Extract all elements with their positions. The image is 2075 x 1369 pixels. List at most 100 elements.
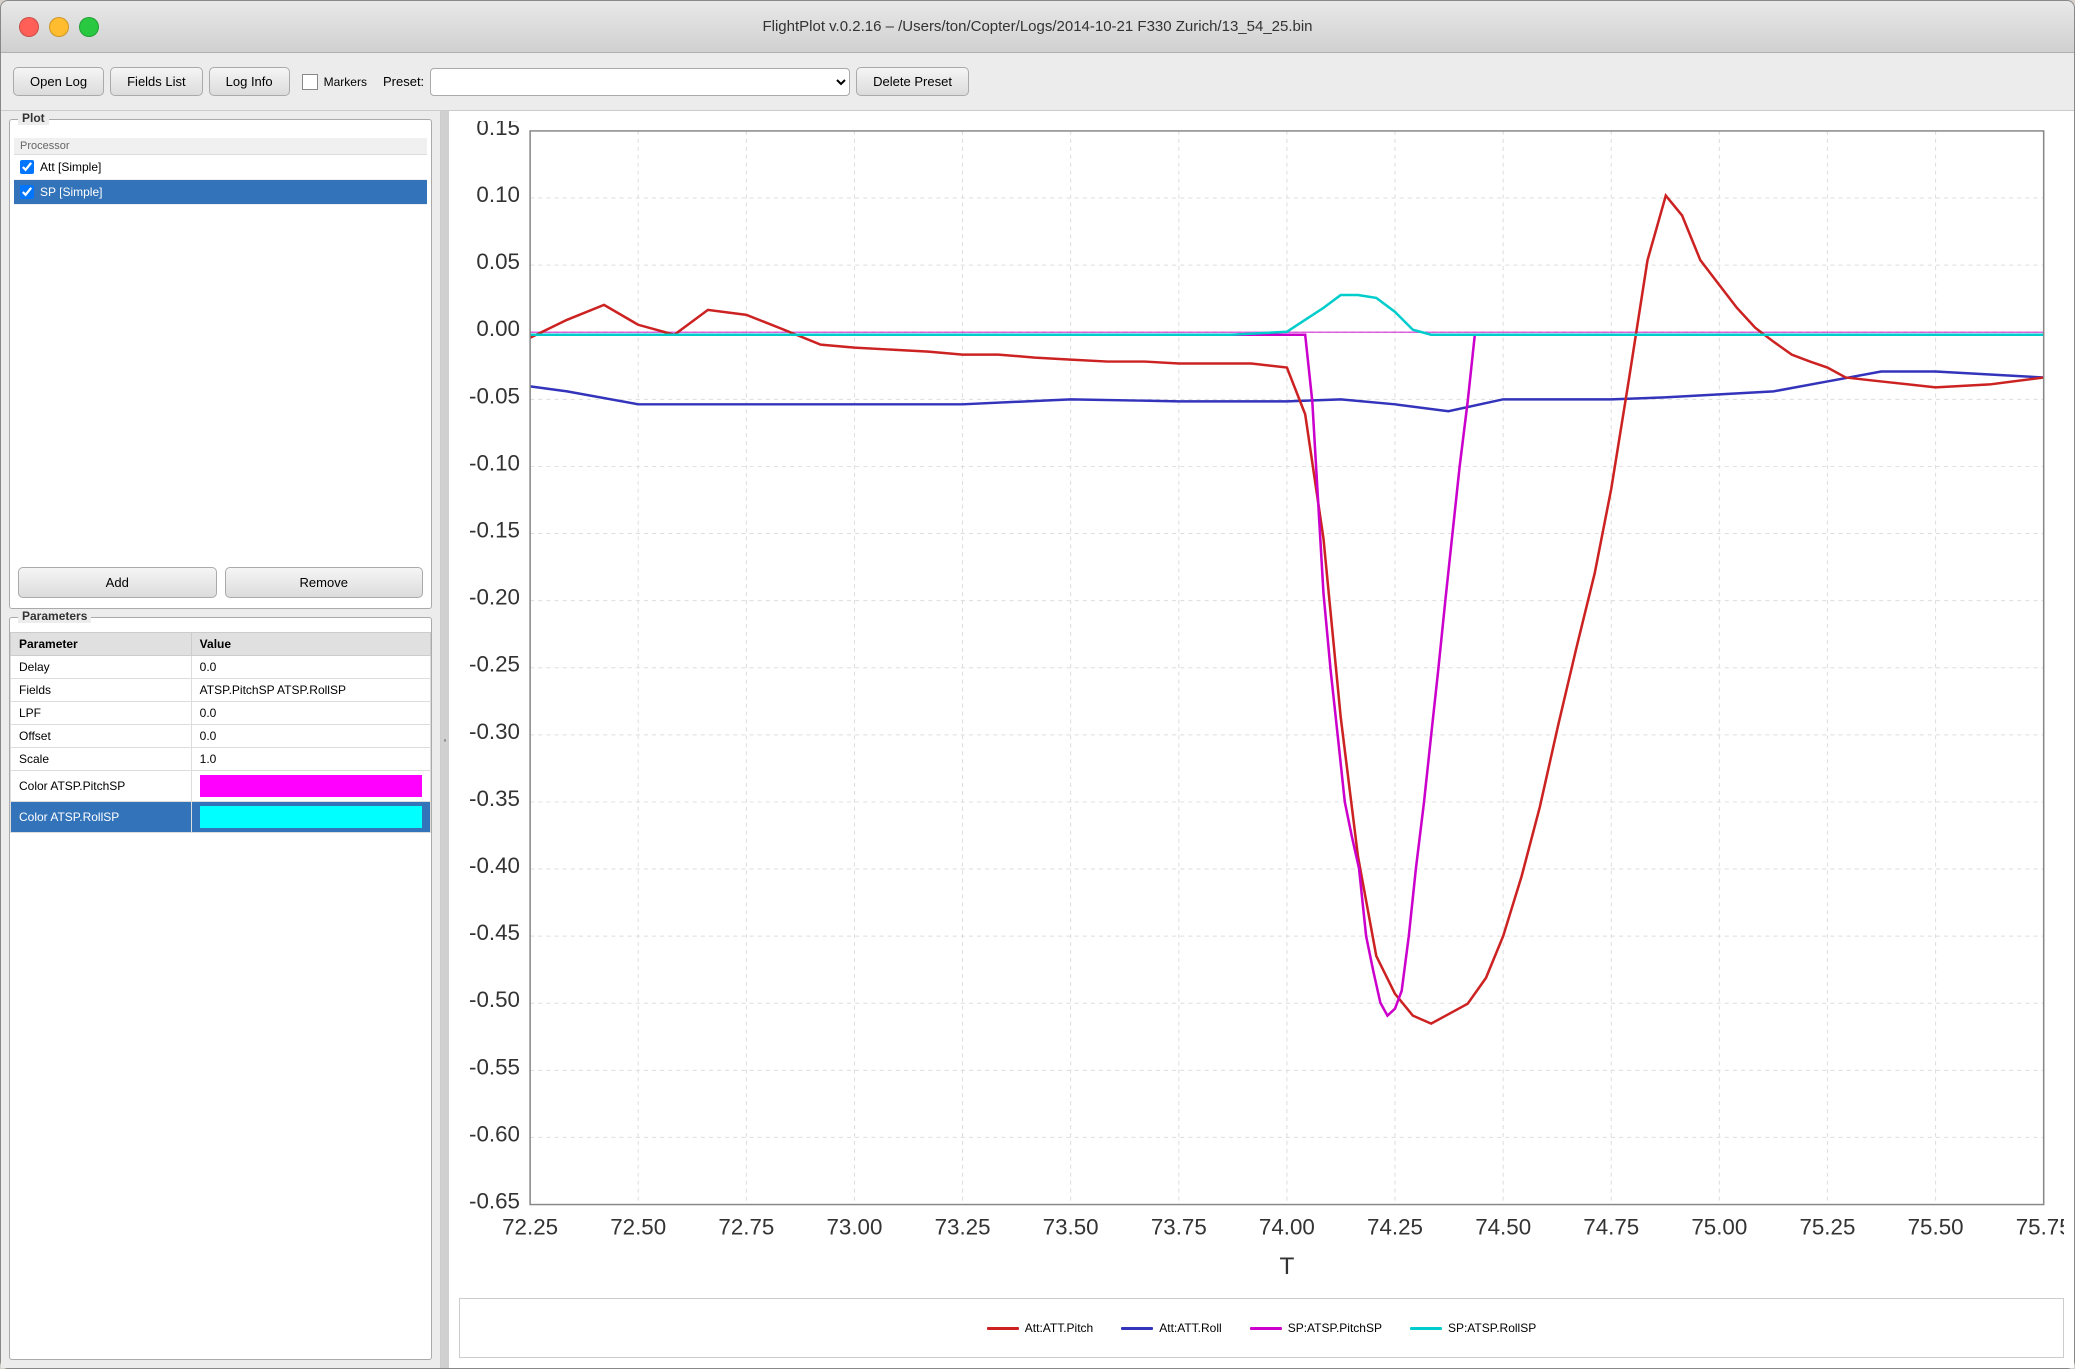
svg-text:74.25: 74.25 [1367, 1215, 1423, 1240]
svg-text:0.15: 0.15 [476, 121, 520, 140]
left-panel: Plot Processor Att [Simple] SP [Simple] [1, 111, 441, 1368]
plot-buttons: Add Remove [14, 561, 427, 604]
add-button[interactable]: Add [18, 567, 217, 598]
plot-section-label: Plot [18, 111, 49, 125]
resize-handle[interactable] [441, 111, 449, 1368]
main-content: Plot Processor Att [Simple] SP [Simple] [1, 111, 2074, 1368]
window-controls [19, 17, 99, 37]
field-label-sp: SP [Simple] [40, 185, 102, 199]
param-scale: Scale [11, 748, 192, 771]
legend-label-att-pitch: Att:ATT.Pitch [1025, 1321, 1093, 1335]
params-table: Parameter Value Delay 0.0 Fields A [10, 632, 431, 833]
svg-text:72.50: 72.50 [610, 1215, 666, 1240]
table-row-selected[interactable]: Color ATSP.RollSP [11, 802, 431, 833]
chart-svg: 0.15 0.10 0.05 0.00 -0.05 -0.10 -0.15 -0… [459, 121, 2064, 1294]
table-row[interactable]: Scale 1.0 [11, 748, 431, 771]
field-list: Att [Simple] SP [Simple] [14, 155, 427, 557]
right-panel: 0.15 0.10 0.05 0.00 -0.05 -0.10 -0.15 -0… [449, 111, 2074, 1368]
svg-text:75.75: 75.75 [2016, 1215, 2064, 1240]
param-color-roll: Color ATSP.RollSP [11, 802, 192, 833]
legend-line-sp-pitch [1250, 1327, 1282, 1330]
field-item-att[interactable]: Att [Simple] [14, 155, 427, 180]
remove-button[interactable]: Remove [225, 567, 424, 598]
svg-text:72.25: 72.25 [502, 1215, 558, 1240]
legend-line-att-pitch [987, 1327, 1019, 1330]
svg-text:-0.25: -0.25 [469, 652, 520, 677]
value-lpf: 0.0 [191, 702, 430, 725]
svg-text:73.75: 73.75 [1151, 1215, 1207, 1240]
svg-text:74.75: 74.75 [1583, 1215, 1639, 1240]
plot-section: Plot Processor Att [Simple] SP [Simple] [9, 119, 432, 609]
value-col-header: Value [191, 633, 430, 656]
markers-area: Markers [302, 74, 367, 90]
svg-text:0.10: 0.10 [476, 182, 520, 207]
params-inner: Parameter Value Delay 0.0 Fields A [10, 618, 431, 1359]
parameters-section-label: Parameters [18, 609, 91, 623]
field-checkbox-sp[interactable] [20, 185, 34, 199]
markers-checkbox[interactable] [302, 74, 318, 90]
svg-text:73.00: 73.00 [826, 1215, 882, 1240]
svg-text:73.50: 73.50 [1043, 1215, 1099, 1240]
svg-text:-0.60: -0.60 [469, 1122, 520, 1147]
svg-text:75.25: 75.25 [1799, 1215, 1855, 1240]
delete-preset-button[interactable]: Delete Preset [856, 67, 969, 96]
svg-text:-0.05: -0.05 [469, 384, 520, 409]
svg-text:74.50: 74.50 [1475, 1215, 1531, 1240]
maximize-button[interactable] [79, 17, 99, 37]
fields-list-button[interactable]: Fields List [110, 67, 203, 96]
svg-text:75.00: 75.00 [1691, 1215, 1747, 1240]
svg-text:0.00: 0.00 [476, 316, 520, 341]
param-lpf: LPF [11, 702, 192, 725]
value-color-roll[interactable] [191, 802, 430, 833]
value-scale: 1.0 [191, 748, 430, 771]
value-fields: ATSP.PitchSP ATSP.RollSP [191, 679, 430, 702]
parameters-section: Parameters Parameter Value Delay [9, 617, 432, 1360]
preset-label: Preset: [383, 74, 424, 89]
color-swatch-pitch [200, 775, 422, 797]
title-bar: FlightPlot v.0.2.16 – /Users/ton/Copter/… [1, 1, 2074, 53]
table-row[interactable]: LPF 0.0 [11, 702, 431, 725]
table-row[interactable]: Color ATSP.PitchSP [11, 771, 431, 802]
param-fields: Fields [11, 679, 192, 702]
svg-text:74.00: 74.00 [1259, 1215, 1315, 1240]
table-row[interactable]: Delay 0.0 [11, 656, 431, 679]
param-delay: Delay [11, 656, 192, 679]
table-row[interactable]: Offset 0.0 [11, 725, 431, 748]
legend-label-att-roll: Att:ATT.Roll [1159, 1321, 1221, 1335]
param-col-header: Parameter [11, 633, 192, 656]
svg-text:72.75: 72.75 [718, 1215, 774, 1240]
svg-text:0.05: 0.05 [476, 249, 520, 274]
markers-label: Markers [324, 75, 367, 89]
legend-item-att-roll: Att:ATT.Roll [1121, 1321, 1221, 1335]
plot-inner: Processor Att [Simple] SP [Simple] Add [10, 120, 431, 608]
value-delay: 0.0 [191, 656, 430, 679]
legend-line-sp-roll [1410, 1327, 1442, 1330]
legend-line-att-roll [1121, 1327, 1153, 1330]
legend-item-sp-pitch: SP:ATSP.PitchSP [1250, 1321, 1382, 1335]
svg-text:-0.10: -0.10 [469, 451, 520, 476]
close-button[interactable] [19, 17, 39, 37]
svg-text:-0.30: -0.30 [469, 719, 520, 744]
legend-item-sp-roll: SP:ATSP.RollSP [1410, 1321, 1536, 1335]
param-color-pitch: Color ATSP.PitchSP [11, 771, 192, 802]
svg-text:-0.65: -0.65 [469, 1189, 520, 1214]
svg-text:-0.50: -0.50 [469, 987, 520, 1012]
field-label-att: Att [Simple] [40, 160, 101, 174]
svg-text:T: T [1279, 1253, 1294, 1280]
toolbar: Open Log Fields List Log Info Markers Pr… [1, 53, 2074, 111]
svg-text:-0.35: -0.35 [469, 786, 520, 811]
log-info-button[interactable]: Log Info [209, 67, 290, 96]
svg-text:-0.45: -0.45 [469, 920, 520, 945]
processor-label: Processor [14, 138, 427, 155]
window-title: FlightPlot v.0.2.16 – /Users/ton/Copter/… [762, 18, 1312, 35]
field-checkbox-att[interactable] [20, 160, 34, 174]
open-log-button[interactable]: Open Log [13, 67, 104, 96]
value-offset: 0.0 [191, 725, 430, 748]
field-item-sp[interactable]: SP [Simple] [14, 180, 427, 205]
color-swatch-roll [200, 806, 422, 828]
preset-select[interactable] [430, 68, 850, 96]
minimize-button[interactable] [49, 17, 69, 37]
chart-area: 0.15 0.10 0.05 0.00 -0.05 -0.10 -0.15 -0… [459, 121, 2064, 1294]
value-color-pitch[interactable] [191, 771, 430, 802]
table-row[interactable]: Fields ATSP.PitchSP ATSP.RollSP [11, 679, 431, 702]
